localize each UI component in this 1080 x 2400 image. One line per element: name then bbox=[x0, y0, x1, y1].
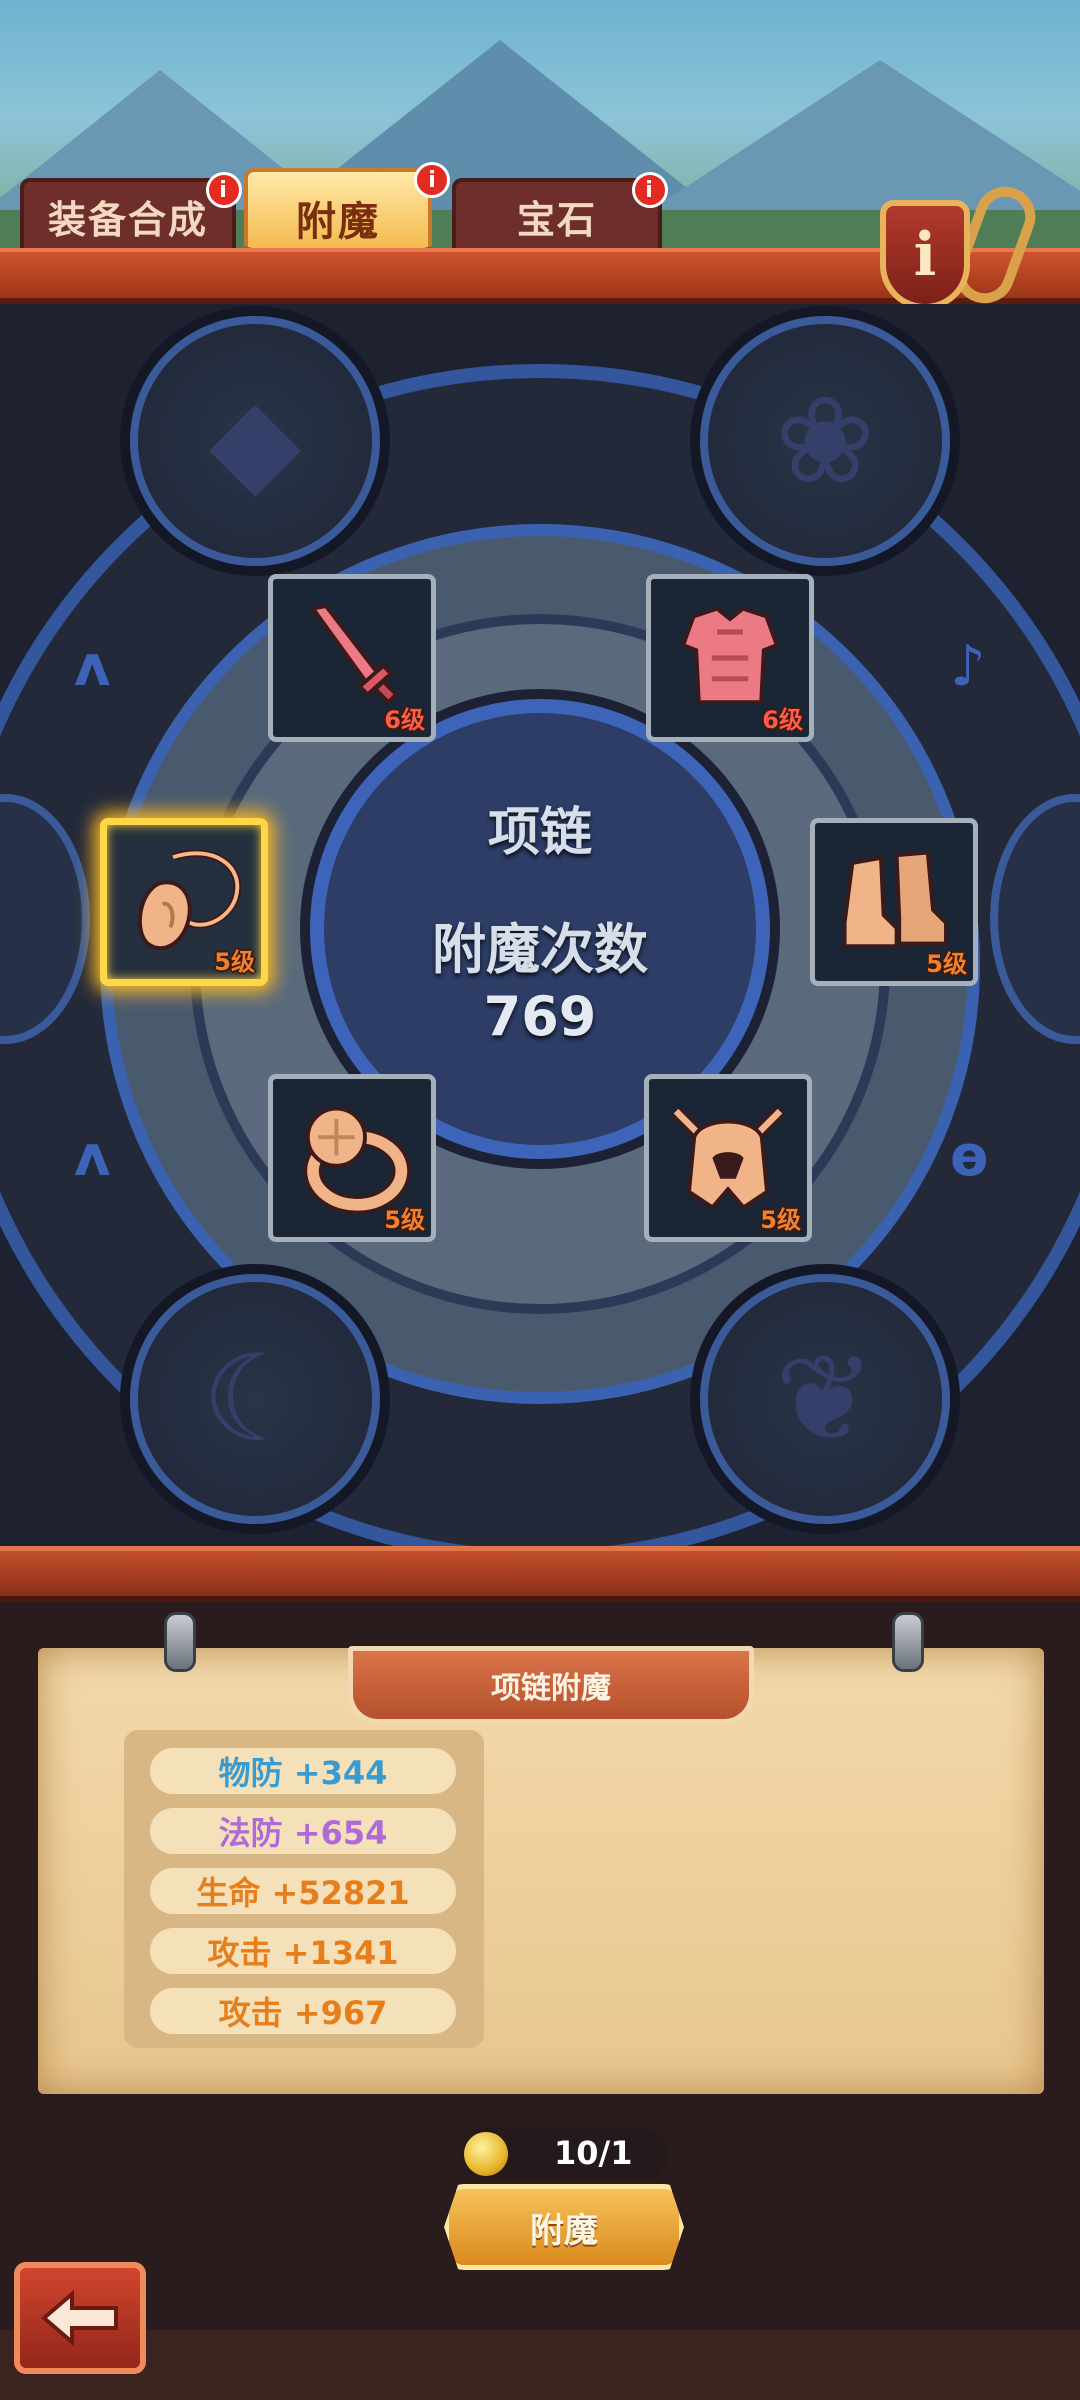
stat-text: 物防 +344 bbox=[218, 1754, 388, 1792]
enchant-button[interactable]: 附魔 bbox=[444, 2184, 684, 2270]
rune-glyph-icon: ♪ bbox=[950, 634, 986, 699]
notification-badge-icon: i bbox=[206, 172, 242, 208]
stats-list: 物防 +344 法防 +654 生命 +52821 攻击 +1341 攻击 +9… bbox=[124, 1730, 484, 2048]
pin-icon bbox=[164, 1612, 196, 1672]
level-label: 5级 bbox=[760, 1206, 801, 1234]
tab-label: 装备合成 bbox=[47, 197, 208, 242]
level-label: 6级 bbox=[384, 706, 425, 734]
stat-text: 法防 +654 bbox=[218, 1814, 388, 1852]
tab-equipment-synthesis[interactable]: 装备合成 i bbox=[20, 172, 242, 254]
rune-slot-bottom-left: ☾ bbox=[130, 1274, 380, 1524]
enchant-count-label: 附魔次数 bbox=[432, 918, 648, 981]
bottom-wood-plank bbox=[0, 1546, 1080, 1602]
stat-row: 生命 +52821 bbox=[150, 1868, 456, 1914]
cost-text: 10/1 bbox=[554, 2134, 633, 2172]
info-shield-icon: i bbox=[913, 220, 937, 290]
pin-icon bbox=[892, 1612, 924, 1672]
equip-slot-helmet[interactable]: 5级 bbox=[644, 1074, 812, 1242]
stat-text: 生命 +52821 bbox=[196, 1874, 410, 1912]
panel-title-banner: 项链附魔 bbox=[348, 1646, 754, 1724]
info-button[interactable]: i bbox=[880, 200, 970, 310]
gold-coin-icon bbox=[464, 2132, 508, 2176]
stat-text: 攻击 +967 bbox=[218, 1994, 388, 2032]
equip-slot-ring[interactable]: 5级 bbox=[268, 1074, 436, 1242]
panel-title: 项链附魔 bbox=[491, 1671, 611, 1706]
stat-text: 攻击 +1341 bbox=[207, 1934, 399, 1972]
stat-row: 物防 +344 bbox=[150, 1748, 456, 1794]
stat-row: 攻击 +967 bbox=[150, 1988, 456, 2034]
stat-row: 法防 +654 bbox=[150, 1808, 456, 1854]
equip-slot-necklace[interactable]: 5级 bbox=[100, 818, 268, 986]
back-arrow-icon bbox=[40, 2290, 118, 2346]
level-label: 5级 bbox=[214, 948, 255, 976]
notification-badge-icon: i bbox=[414, 162, 450, 198]
ground-decoration bbox=[0, 2330, 1080, 2400]
level-label: 6级 bbox=[762, 706, 803, 734]
level-label: 5级 bbox=[926, 950, 967, 978]
back-button[interactable] bbox=[14, 2262, 146, 2374]
rune-glyph-icon: ʌ bbox=[74, 1124, 111, 1189]
tab-gems[interactable]: 宝石 i bbox=[452, 172, 668, 254]
tab-label: 宝石 bbox=[516, 197, 597, 242]
enchant-count-value: 769 bbox=[483, 985, 597, 1048]
rune-slot-top-right: ❀ bbox=[700, 316, 950, 566]
level-label: 5级 bbox=[384, 1206, 425, 1234]
tab-label: 附魔 bbox=[296, 199, 380, 245]
equip-slot-sword[interactable]: 6级 bbox=[268, 574, 436, 742]
rune-glyph-icon: ʌ bbox=[74, 634, 111, 699]
equip-slot-boots[interactable]: 5级 bbox=[810, 818, 978, 986]
equip-slot-chest-armor[interactable]: 6级 bbox=[646, 574, 814, 742]
enchant-button-label: 附魔 bbox=[530, 2210, 598, 2251]
stat-row: 攻击 +1341 bbox=[150, 1928, 456, 1974]
notification-badge-icon: i bbox=[632, 172, 668, 208]
rune-slot-top-left: ◆ bbox=[130, 316, 380, 566]
rune-glyph-icon: ɵ bbox=[950, 1124, 989, 1189]
rune-slot-bottom-right: ❦ bbox=[700, 1274, 950, 1524]
enchant-cost: 10/1 bbox=[462, 2128, 668, 2180]
selected-item-name: 项链 bbox=[487, 803, 592, 863]
